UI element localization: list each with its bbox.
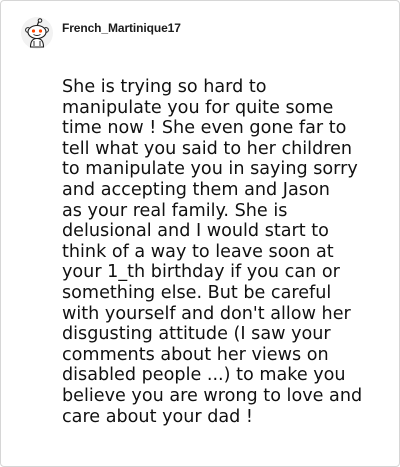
comment-body-text: She is trying so hard to manipulate you … xyxy=(62,77,363,427)
comment-header: French_Martinique17 xyxy=(21,17,181,49)
snoo-avatar-icon[interactable] xyxy=(21,17,53,49)
comment-card: French_Martinique17 She is trying so har… xyxy=(0,0,400,467)
comment-author-username[interactable]: French_Martinique17 xyxy=(62,21,181,35)
